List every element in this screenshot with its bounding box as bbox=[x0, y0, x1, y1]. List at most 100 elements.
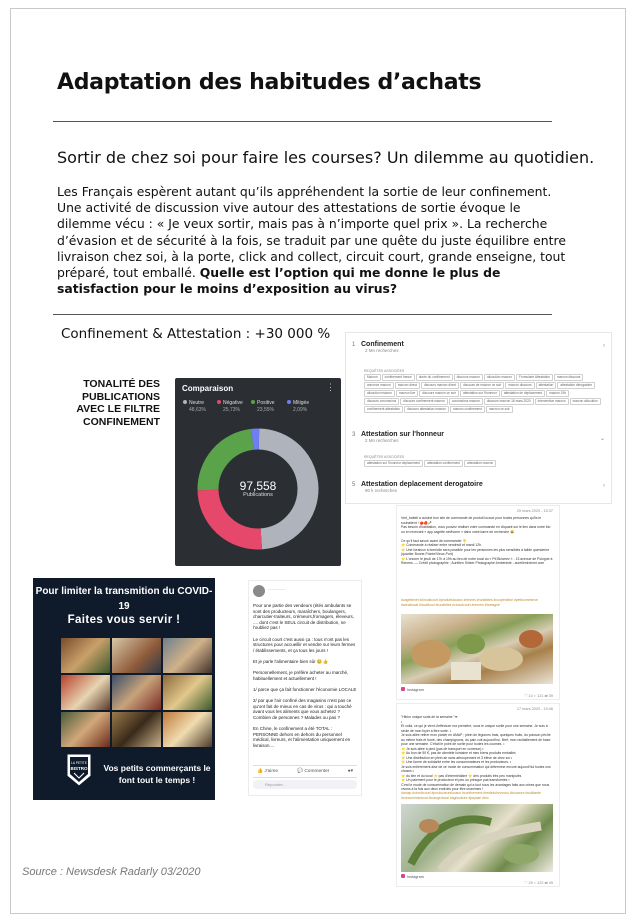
result-title: Attestation deplacement derogatoire bbox=[361, 481, 483, 488]
legend-item: Positive 23,55% bbox=[251, 400, 275, 413]
reactions-menu-icon[interactable]: ●▾ bbox=[348, 766, 353, 777]
search-results-panel: 1 Confinement 2 Mn recherches REQUÊTES AS… bbox=[345, 332, 612, 504]
related-query-tag[interactable]: macron allocution bbox=[569, 398, 601, 405]
related-query-tag[interactable]: Macron bbox=[364, 374, 381, 381]
result-count: 2 Mn recherches bbox=[365, 438, 399, 443]
chevron-icon[interactable]: ‹ bbox=[603, 343, 605, 349]
poster-tagline: Vos petits commerçants le font tout le t… bbox=[103, 763, 211, 785]
related-query-tag[interactable]: discours macron ce soir bbox=[419, 390, 459, 397]
related-query-tag[interactable]: attestation dérogatoire bbox=[557, 382, 596, 389]
comment-button[interactable]: 💬 Commenter bbox=[297, 766, 329, 777]
related-query-tag[interactable]: macron confinement bbox=[449, 406, 485, 413]
result-title: Attestation sur l'honneur bbox=[361, 431, 444, 438]
legend-value: 25,73% bbox=[223, 406, 240, 413]
related-query-tag[interactable]: macron 19h bbox=[546, 390, 570, 397]
related-query-tag[interactable]: discours de macron ce soir bbox=[460, 382, 505, 389]
like-label: J'aime bbox=[264, 769, 279, 774]
related-query-tag[interactable]: attestation sur l'honneur deplacement bbox=[364, 460, 424, 467]
related-query-tag[interactable]: attestation bbox=[535, 382, 557, 389]
related-query-tag[interactable]: discours attestation macron bbox=[403, 406, 449, 413]
market-photo bbox=[163, 638, 212, 673]
body-paragraph: Les Français espèrent autant qu’ils appr… bbox=[57, 184, 567, 297]
more-vertical-icon[interactable]: ⋮ bbox=[326, 382, 335, 393]
avatar[interactable] bbox=[253, 585, 265, 597]
legend-label: Positive bbox=[257, 400, 275, 406]
legend-dot bbox=[183, 400, 187, 404]
chevron-icon[interactable]: ‹ bbox=[603, 483, 605, 489]
related-query-tag[interactable]: macron discours bbox=[553, 374, 584, 381]
post-hashtags: #cagettenet #circuitcourt #produitslocau… bbox=[401, 598, 539, 607]
svg-text:BISTRO: BISTRO bbox=[70, 766, 88, 771]
covid-poster: Pour limiter la transmition du COVID-19 … bbox=[33, 578, 215, 800]
tag-list-2: attestation sur l'honneur deplacement att… bbox=[364, 460, 604, 468]
search-result-3[interactable]: 5 Attestation deplacement derogatoire 90 … bbox=[352, 481, 483, 493]
vegetables-illustration bbox=[407, 815, 542, 872]
legend-item: Négative 25,73% bbox=[217, 400, 243, 413]
result-count: 2 Mn recherches bbox=[365, 348, 399, 353]
related-query-tag[interactable]: macron live bbox=[395, 390, 419, 397]
market-photo bbox=[163, 675, 212, 710]
market-photo bbox=[112, 712, 161, 747]
related-query-tag[interactable]: attestation macron bbox=[464, 460, 497, 467]
comparison-chart-panel: Comparaison ⋮ Neutre 48,63% Négative 25,73%… bbox=[175, 378, 341, 566]
tag-list-1: Macron confinement france durée du confine… bbox=[364, 374, 604, 414]
related-query-tag[interactable]: discours macron bbox=[453, 374, 483, 381]
tags-heading: REQUÊTES ASSOCIÉES bbox=[364, 369, 405, 373]
related-query-tag[interactable]: allocution macron bbox=[364, 390, 395, 397]
search-result-2[interactable]: 3 Attestation sur l'honneur 2 Mn recherch… bbox=[352, 431, 444, 443]
tags-heading: REQUÊTES ASSOCIÉES bbox=[364, 455, 405, 459]
comment-label: Commenter bbox=[304, 769, 330, 774]
post-actions: 👍 J'aime 💬 Commenter ●▾ bbox=[253, 765, 357, 778]
post-date: 20 mars 2020 - 15:37 bbox=[516, 509, 553, 513]
legend-dot bbox=[251, 400, 255, 404]
like-button[interactable]: 👍 J'aime bbox=[257, 766, 278, 777]
related-query-tag[interactable]: attestation confinement bbox=[424, 460, 464, 467]
related-query-tag[interactable]: attestation sur l'honneur bbox=[459, 390, 500, 397]
page-title: Adaptation des habitudes d’achats bbox=[57, 70, 482, 95]
related-query-tag[interactable]: Formulaire Attestation bbox=[515, 374, 553, 381]
result-number: 1 bbox=[352, 342, 356, 348]
bistro-logo: LA PETITE BISTRO bbox=[66, 753, 92, 787]
poster-call-to-action: Faites vous servir ! bbox=[67, 614, 181, 626]
related-query-tag[interactable]: macron ce soir bbox=[485, 406, 513, 413]
stat-line: Confinement & Attestation : +30 000 % bbox=[61, 326, 331, 342]
related-query-tag[interactable]: confinement france bbox=[381, 374, 415, 381]
source-text: Instagram bbox=[407, 875, 424, 879]
legend-value: 23,55% bbox=[257, 406, 274, 413]
post-date: 17 mars 2020 - 19:46 bbox=[516, 707, 553, 711]
comparison-title: Comparaison bbox=[182, 384, 234, 393]
related-query-tag[interactable]: discours confinement macron bbox=[400, 398, 448, 405]
tonalite-label: TONALITÉ DES PUBLICATIONS AVEC LE FILTRE… bbox=[76, 378, 160, 428]
facebook-post: ────── Pour une partie des vendeurs (été… bbox=[248, 580, 362, 796]
related-query-tag[interactable]: allocution macron bbox=[483, 374, 515, 381]
legend-value: 48,63% bbox=[189, 406, 206, 413]
search-result-1[interactable]: 1 Confinement 2 Mn recherches bbox=[352, 341, 404, 353]
food-basket-photo bbox=[401, 614, 553, 684]
post-stats: ♡ 29 ○ 122 ⇄ 49 bbox=[524, 881, 553, 885]
vegetables-photo bbox=[401, 804, 553, 872]
market-photo bbox=[112, 675, 161, 710]
related-query-tag[interactable]: intervention macron bbox=[534, 398, 569, 405]
reply-input[interactable]: Répondre... bbox=[253, 780, 357, 789]
related-query-tag[interactable]: coronavirus macron bbox=[448, 398, 483, 405]
related-query-tag[interactable]: confinement attestation bbox=[364, 406, 403, 413]
legend-item: Neutre 48,63% bbox=[183, 400, 206, 413]
source-note: Source : Newsdesk Radarly 03/2020 bbox=[22, 866, 201, 878]
related-query-tag[interactable]: annonce macron bbox=[364, 382, 394, 389]
legend-dot bbox=[217, 400, 221, 404]
related-query-tag[interactable]: macron direct bbox=[394, 382, 421, 389]
body-divider bbox=[53, 314, 552, 315]
related-query-tag[interactable]: durée du confinement bbox=[415, 374, 453, 381]
produce-illustration bbox=[411, 630, 543, 680]
related-query-tag[interactable]: macron discours bbox=[505, 382, 535, 389]
chevron-down-icon[interactable]: ⌄ bbox=[600, 435, 605, 442]
instagram-icon bbox=[401, 687, 405, 691]
comment-icon: 💬 bbox=[297, 769, 303, 774]
related-query-tag[interactable]: discours macron 16 mars 2020 bbox=[483, 398, 534, 405]
svg-text:LA PETITE: LA PETITE bbox=[71, 761, 87, 765]
market-photo bbox=[61, 675, 110, 710]
related-query-tag[interactable]: attestation de déplacement bbox=[500, 390, 546, 397]
related-query-tag[interactable]: discours coronavirus bbox=[364, 398, 400, 405]
related-query-tag[interactable]: discours macron direct bbox=[421, 382, 460, 389]
post-meta: ────── bbox=[268, 587, 286, 592]
